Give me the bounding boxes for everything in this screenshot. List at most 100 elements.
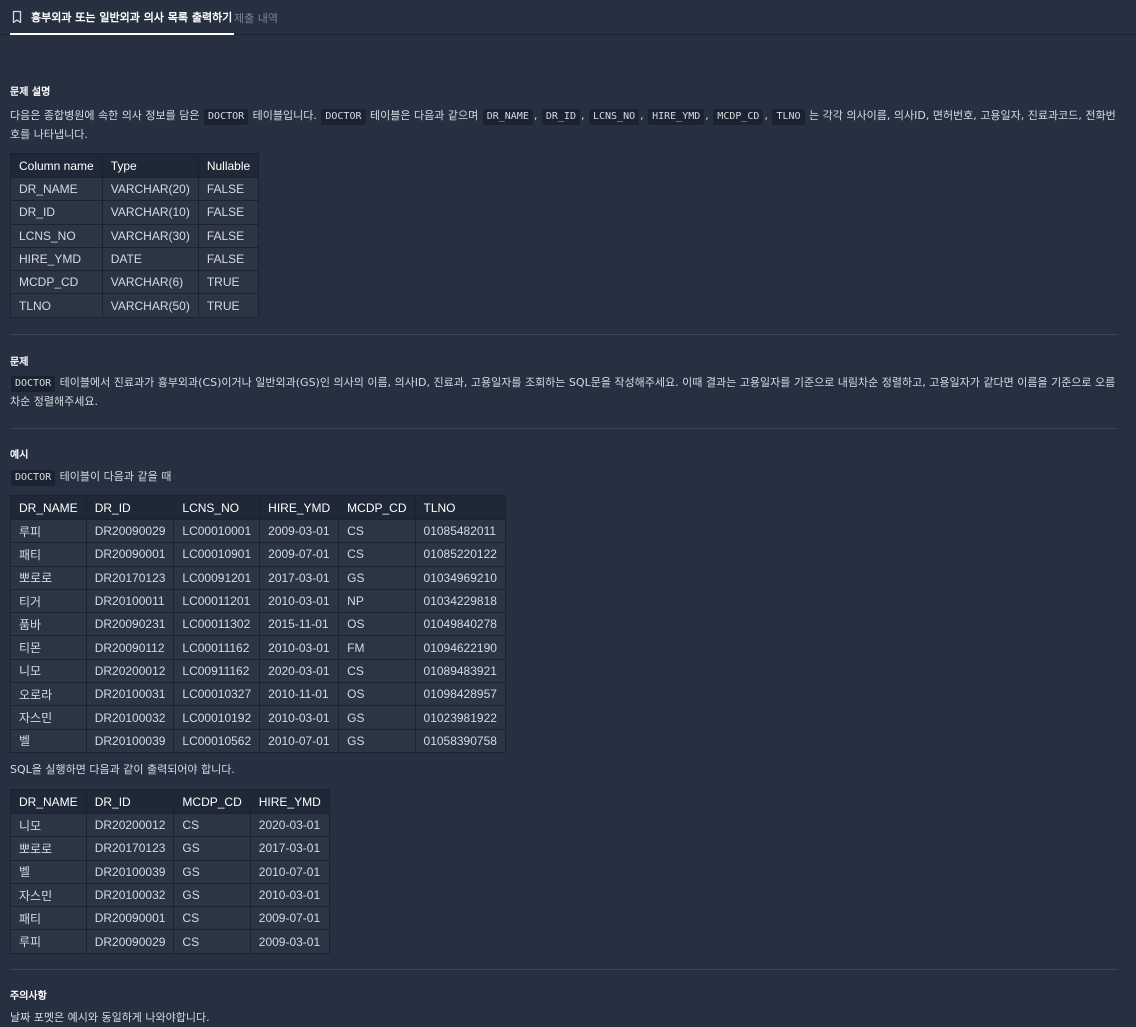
table-cell: 2010-03-01 xyxy=(259,635,340,660)
table-cell: LC00011162 xyxy=(173,635,261,660)
table-cell: 2010-07-01 xyxy=(249,859,330,884)
table-cell: FALSE xyxy=(197,246,260,272)
table-cell: 패티 xyxy=(10,542,87,567)
code-dr-id: DR_ID xyxy=(541,109,580,125)
table-row: 루피 DR20090029 LC00010001 2009-03-01 CS 0… xyxy=(10,518,506,544)
table-cell: 자스민 xyxy=(10,882,87,908)
description-title: 문제 설명 xyxy=(10,87,51,98)
table-cell: LC00911162 xyxy=(173,658,261,684)
table-row: DR_ID VARCHAR(10) FALSE xyxy=(10,200,260,225)
table-row: 패티 DR20090001 LC00010901 2009-07-01 CS 0… xyxy=(10,542,506,567)
table-cell: OS xyxy=(338,682,416,707)
table-row: 니모 DR20200012 LC00911162 2020-03-01 CS 0… xyxy=(10,658,506,684)
table-row: 품바 DR20090231 LC00011302 2015-11-01 OS 0… xyxy=(10,612,506,637)
tab-problem[interactable]: 흉부외과 또는 일반외과 의사 목록 출력하기 xyxy=(10,0,235,35)
table-cell: DR20100039 xyxy=(85,728,175,753)
table-header-row: Column name Type Nullable xyxy=(10,153,260,178)
table-cell: FM xyxy=(338,635,416,660)
table-cell: 오로라 xyxy=(10,682,87,707)
code-doctor: DOCTOR xyxy=(11,470,56,486)
table-cell: FALSE xyxy=(197,176,260,202)
code-dr-name: DR_NAME xyxy=(482,109,533,125)
table-row: LCNS_NO VARCHAR(30) FALSE xyxy=(10,223,260,248)
table-cell: DR20090001 xyxy=(85,906,175,931)
table-cell: 2017-03-01 xyxy=(249,836,330,861)
table-cell: 01085482011 xyxy=(414,518,506,544)
table-cell: GS xyxy=(338,565,416,590)
table-cell: CS xyxy=(173,929,251,954)
table-cell: VARCHAR(30) xyxy=(101,223,199,248)
example-title: 예시 xyxy=(10,450,29,461)
table-header: Nullable xyxy=(197,153,260,178)
table-cell: DR20170123 xyxy=(85,836,175,861)
result-intro: SQL을 실행하면 다음과 같이 출력되어야 합니다. xyxy=(10,763,235,776)
table-cell: DR20100032 xyxy=(85,705,175,730)
table-cell: TRUE xyxy=(197,270,260,295)
table-cell: DR20100032 xyxy=(85,882,175,908)
tab-submissions[interactable]: 제출 내역 xyxy=(234,0,278,35)
table-cell: DR_NAME xyxy=(10,176,103,202)
table-header: DR_NAME xyxy=(10,495,87,520)
table-row: DR_NAME VARCHAR(20) FALSE xyxy=(10,176,260,202)
bookmark-icon[interactable] xyxy=(10,10,24,24)
table-cell: CS xyxy=(338,542,416,567)
code-doctor: DOCTOR xyxy=(11,376,56,392)
code-doctor: DOCTOR xyxy=(321,109,366,125)
table-cell: LC00010192 xyxy=(173,705,261,730)
table-row: HIRE_YMD DATE FALSE xyxy=(10,246,260,272)
table-cell: DR20100031 xyxy=(85,682,175,707)
table-header: Type xyxy=(101,153,199,178)
table-cell: VARCHAR(10) xyxy=(101,200,199,225)
notes-title: 주의사항 xyxy=(10,991,47,1002)
table-cell: 벨 xyxy=(10,728,87,753)
table-cell: 벨 xyxy=(10,859,87,884)
table-cell: 2017-03-01 xyxy=(259,565,340,590)
table-cell: GS xyxy=(338,728,416,753)
table-cell: DR20200012 xyxy=(85,812,175,838)
table-row: 뽀로로 DR20170123 GS 2017-03-01 xyxy=(10,836,330,861)
table-cell: 2010-03-01 xyxy=(259,588,340,614)
table-row: 패티 DR20090001 CS 2009-07-01 xyxy=(10,906,330,931)
table-cell: TLNO xyxy=(10,293,103,318)
table-cell: 01085220122 xyxy=(414,542,506,567)
table-cell: LC00011201 xyxy=(173,588,261,614)
table-cell: VARCHAR(6) xyxy=(101,270,199,295)
table-cell: DATE xyxy=(101,246,199,272)
table-row: TLNO VARCHAR(50) TRUE xyxy=(10,293,260,318)
table-cell: LCNS_NO xyxy=(10,223,103,248)
table-header-row: DR_NAME DR_ID LCNS_NO HIRE_YMD MCDP_CD T… xyxy=(10,495,506,520)
table-row: MCDP_CD VARCHAR(6) TRUE xyxy=(10,270,260,295)
table-cell: DR20100011 xyxy=(85,588,175,614)
table-cell: DR20090001 xyxy=(85,542,175,567)
table-cell: GS xyxy=(173,882,251,908)
code-lcns-no: LCNS_NO xyxy=(588,109,640,125)
table-row: 티몬 DR20090112 LC00011162 2010-03-01 FM 0… xyxy=(10,635,506,660)
table-cell: 2010-03-01 xyxy=(259,705,340,730)
table-cell: 자스민 xyxy=(10,705,87,730)
table-header: Column name xyxy=(10,153,103,178)
table-cell: VARCHAR(50) xyxy=(101,293,199,318)
table-header: DR_NAME xyxy=(10,789,87,814)
table-cell: CS xyxy=(173,906,251,931)
table-cell: CS xyxy=(338,658,416,684)
table-row: 티거 DR20100011 LC00011201 2010-03-01 NP 0… xyxy=(10,588,506,614)
notes-text: 날짜 포멧은 예시와 동일하게 나와야합니다. xyxy=(10,1011,210,1024)
table-row: 자스민 DR20100032 LC00010192 2010-03-01 GS … xyxy=(10,705,506,730)
table-cell: DR20200012 xyxy=(85,658,175,684)
table-cell: 2009-07-01 xyxy=(259,542,340,567)
table-cell: 니모 xyxy=(10,812,87,838)
tab-submissions-label: 제출 내역 xyxy=(234,11,278,25)
code-doctor: DOCTOR xyxy=(204,109,249,125)
table-cell: DR20090231 xyxy=(85,612,175,637)
table-cell: DR_ID xyxy=(10,200,103,225)
table-row: 뽀로로 DR20170123 LC00091201 2017-03-01 GS … xyxy=(10,565,506,590)
table-cell: 2009-03-01 xyxy=(249,929,330,954)
table-header: DR_ID xyxy=(85,495,175,520)
divider xyxy=(10,428,1118,429)
table-cell: VARCHAR(20) xyxy=(101,176,199,202)
code-tlno: TLNO xyxy=(772,109,805,125)
table-cell: 2010-11-01 xyxy=(259,682,340,707)
table-header-row: DR_NAME DR_ID MCDP_CD HIRE_YMD xyxy=(10,789,330,814)
table-cell: 니모 xyxy=(10,658,87,684)
divider xyxy=(10,969,1118,970)
